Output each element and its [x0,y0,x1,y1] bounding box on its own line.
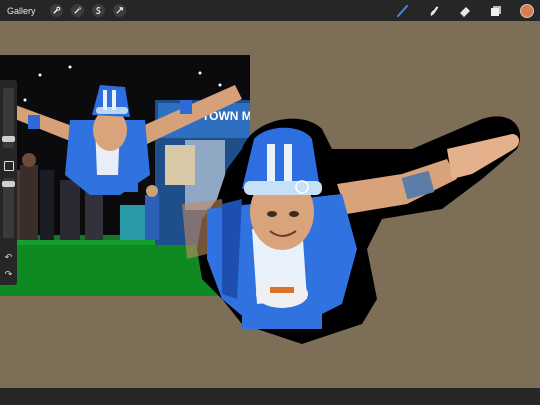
transform-arrow-icon [115,7,123,14]
cutout-layer-image [182,109,532,349]
eraser-icon [460,6,470,17]
bottom-bar [0,388,540,405]
actions-button[interactable] [49,4,63,17]
color-picker-button[interactable] [520,3,534,18]
brush-tool[interactable] [396,4,410,18]
transform-button[interactable] [112,4,126,17]
adjustments-button[interactable] [70,4,84,17]
redo-icon[interactable]: ↷ [3,269,14,280]
opacity-thumb[interactable] [2,181,15,187]
magic-wand-icon [73,6,81,14]
modify-button[interactable] [4,161,14,171]
eraser-tool[interactable] [458,4,472,18]
wrench-icon [52,6,60,14]
layers-icon [491,5,501,16]
brush-sidebar: ↶ ↷ [0,80,17,285]
gallery-button[interactable]: Gallery [7,6,36,16]
drawing-canvas[interactable]: TOWN M [0,21,540,388]
opacity-slider[interactable] [3,178,14,238]
selection-s-icon [95,7,101,14]
undo-icon[interactable]: ↶ [3,252,14,263]
smudge-icon [430,6,439,16]
layers-tool[interactable] [489,4,503,18]
brush-size-thumb[interactable] [2,136,15,142]
smudge-tool[interactable] [427,4,441,18]
toolbar: Gallery [0,0,540,21]
selection-button[interactable] [91,4,105,17]
brush-icon [397,4,408,17]
